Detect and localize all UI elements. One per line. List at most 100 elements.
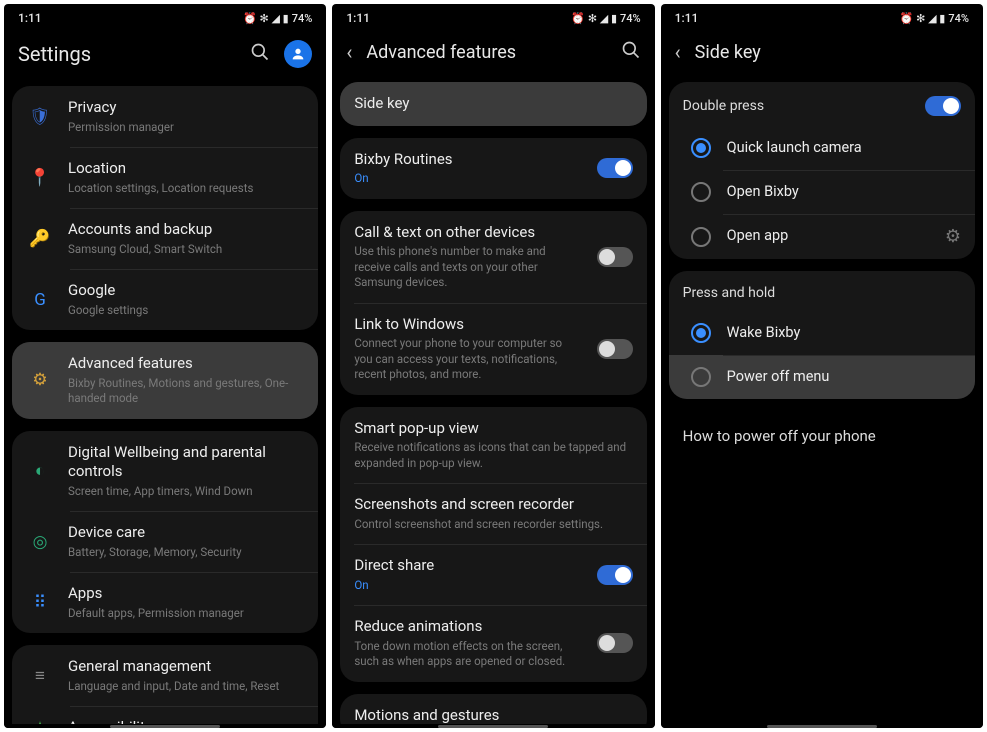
- radio-label: Wake Bixby: [727, 324, 801, 343]
- row-subtitle: Default apps, Permission manager: [68, 606, 304, 622]
- account-avatar[interactable]: [284, 40, 312, 68]
- feature-row[interactable]: Screenshots and screen recorder Control s…: [340, 483, 646, 544]
- feature-row[interactable]: Link to WindowsConnect your phone to you…: [340, 303, 646, 395]
- radio-icon: [691, 182, 711, 202]
- toggle[interactable]: [597, 158, 633, 178]
- row-title: Apps: [68, 584, 304, 604]
- header: ‹ Side key: [661, 30, 983, 82]
- status-bar: 1:11 ⏰ ✻ ◢ ▮ 74%: [661, 4, 983, 30]
- double-press-section: Double press Quick launch camera Open Bix…: [669, 82, 975, 259]
- row-title: Device care: [68, 523, 304, 543]
- row-subtitle: Use this phone's number to make and rece…: [354, 244, 582, 291]
- nav-bar: [661, 724, 983, 728]
- row-title: Reduce animations: [354, 617, 582, 637]
- row-title: Smart pop-up view: [354, 419, 632, 439]
- radio-icon: [691, 227, 711, 247]
- feature-row[interactable]: Side key: [340, 82, 646, 126]
- side-key-screen: 1:11 ⏰ ✻ ◢ ▮ 74% ‹ Side key Double press…: [661, 4, 983, 728]
- row-subtitle: On: [354, 171, 582, 187]
- radio-icon: [691, 138, 711, 158]
- radio-option[interactable]: Open app ⚙: [669, 214, 975, 259]
- status-icons: ⏰ ✻ ◢ ▮ 74%: [571, 12, 640, 25]
- how-to-power-off-link[interactable]: How to power off your phone: [669, 411, 975, 461]
- row-subtitle: Google settings: [68, 303, 304, 319]
- settings-row[interactable]: ⠿AppsDefault apps, Permission manager: [12, 572, 318, 633]
- row-title: Advanced features: [68, 354, 304, 374]
- search-icon[interactable]: [621, 40, 641, 64]
- feature-row[interactable]: Motions and gestures: [340, 694, 646, 724]
- settings-row[interactable]: GGoogleGoogle settings: [12, 269, 318, 330]
- row-subtitle: Control screenshot and screen recorder s…: [354, 517, 632, 533]
- toggle[interactable]: [597, 339, 633, 359]
- status-bar: 1:11 ⏰ ✻ ◢ ▮ 74%: [332, 4, 654, 30]
- settings-row[interactable]: ◎Device careBattery, Storage, Memory, Se…: [12, 511, 318, 572]
- radio-option[interactable]: Quick launch camera: [669, 126, 975, 170]
- radio-label: Open Bixby: [727, 183, 799, 202]
- status-time: 1:11: [18, 11, 42, 25]
- double-press-toggle[interactable]: [925, 96, 961, 116]
- row-subtitle: Receive notifications as icons that can …: [354, 440, 632, 471]
- row-icon: 🛡: [26, 107, 54, 127]
- row-subtitle: Permission manager: [68, 120, 304, 136]
- row-title: Motions and gestures: [354, 706, 632, 724]
- row-title: Digital Wellbeing and parental controls: [68, 443, 304, 482]
- radio-option[interactable]: Open Bixby: [669, 170, 975, 214]
- status-time: 1:11: [346, 11, 370, 25]
- section-label: Press and hold: [683, 285, 776, 301]
- settings-row[interactable]: ⚙ Advanced featuresBixby Routines, Motion…: [12, 342, 318, 419]
- nav-bar: [332, 724, 654, 728]
- feature-row[interactable]: Direct shareOn: [340, 544, 646, 605]
- row-icon: ✦: [26, 718, 54, 724]
- side-key-content: Double press Quick launch camera Open Bix…: [661, 82, 983, 724]
- settings-list[interactable]: 🛡 Privacy Permission manager 📍 Location Locat…: [4, 86, 326, 724]
- row-title: Link to Windows: [354, 315, 582, 335]
- row-icon: ⚙: [26, 370, 54, 390]
- radio-label: Open app: [727, 227, 789, 246]
- toggle[interactable]: [597, 633, 633, 653]
- row-icon: ≡: [26, 666, 54, 686]
- radio-option[interactable]: Wake Bixby: [669, 311, 975, 355]
- feature-row[interactable]: Smart pop-up viewReceive notifications a…: [340, 407, 646, 484]
- feature-row[interactable]: Bixby RoutinesOn: [340, 138, 646, 199]
- row-subtitle: Language and input, Date and time, Reset: [68, 679, 304, 695]
- status-icons: ⏰ ✻ ◢ ▮ 74%: [900, 12, 969, 25]
- advanced-list[interactable]: Side key Bixby RoutinesOn Call & text on o…: [332, 82, 654, 724]
- settings-row[interactable]: ◐Digital Wellbeing and parental controls…: [12, 431, 318, 512]
- row-subtitle: Bixby Routines, Motions and gestures, On…: [68, 376, 304, 407]
- settings-row[interactable]: 🔑Accounts and backupSamsung Cloud, Smart…: [12, 208, 318, 269]
- row-title: Screenshots and screen recorder: [354, 495, 632, 515]
- page-title: Advanced features: [366, 42, 516, 63]
- toggle[interactable]: [597, 565, 633, 585]
- press-hold-section: Press and hold Wake Bixby Power off menu: [669, 271, 975, 399]
- settings-row[interactable]: 🛡 Privacy Permission manager: [12, 86, 318, 147]
- section-label: Double press: [683, 98, 764, 114]
- gear-icon[interactable]: ⚙: [945, 226, 961, 247]
- row-title: Accessibility: [68, 718, 304, 724]
- feature-row[interactable]: Reduce animationsTone down motion effect…: [340, 605, 646, 682]
- settings-screen: 1:11 ⏰ ✻ ◢ ▮ 74% Settings 🛡 Privacy Permis…: [4, 4, 326, 728]
- back-icon[interactable]: ‹: [675, 40, 681, 64]
- row-subtitle: On: [354, 578, 582, 594]
- back-icon[interactable]: ‹: [346, 40, 352, 64]
- settings-row[interactable]: ✦ Accessibility: [12, 706, 318, 724]
- row-subtitle: Location settings, Location requests: [68, 181, 304, 197]
- row-title: Privacy: [68, 98, 304, 118]
- page-title: Settings: [18, 42, 91, 66]
- radio-icon: [691, 323, 711, 343]
- row-icon: ◎: [26, 532, 54, 552]
- settings-row[interactable]: 📍 Location Location settings, Location req…: [12, 147, 318, 208]
- row-icon: 📍: [26, 168, 54, 188]
- settings-row[interactable]: ≡ General management Language and input, D…: [12, 645, 318, 706]
- status-bar: 1:11 ⏰ ✻ ◢ ▮ 74%: [4, 4, 326, 30]
- search-icon[interactable]: [250, 42, 270, 66]
- feature-row[interactable]: Call & text on other devicesUse this pho…: [340, 211, 646, 303]
- header: Settings: [4, 30, 326, 86]
- toggle[interactable]: [597, 247, 633, 267]
- advanced-features-screen: 1:11 ⏰ ✻ ◢ ▮ 74% ‹ Advanced features Sid…: [332, 4, 654, 728]
- row-subtitle: Screen time, App timers, Wind Down: [68, 484, 304, 500]
- status-time: 1:11: [675, 11, 699, 25]
- row-title: Location: [68, 159, 304, 179]
- radio-option[interactable]: Power off menu: [669, 355, 975, 399]
- radio-icon: [691, 367, 711, 387]
- row-title: General management: [68, 657, 304, 677]
